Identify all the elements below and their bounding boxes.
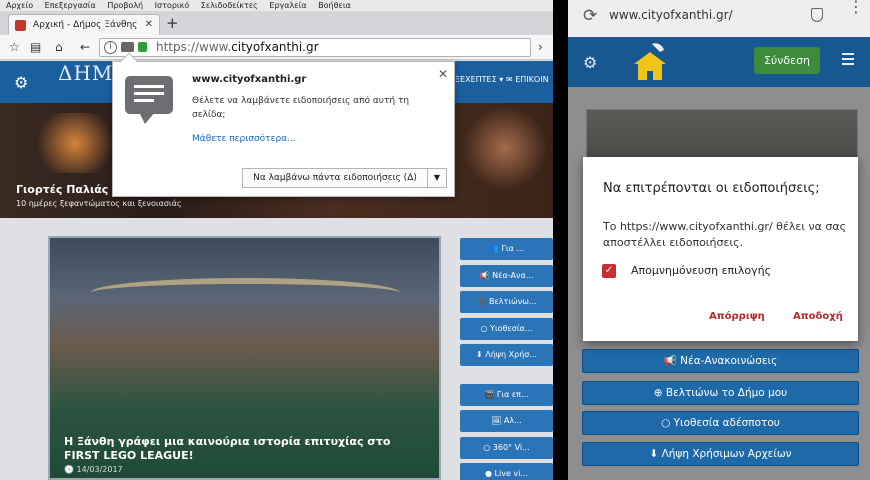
remember-checkbox[interactable]: ✓ — [602, 264, 616, 278]
mobile-button-improve[interactable]: ⊕ Βελτιώνω το Δήμο μου — [582, 381, 859, 405]
browser-tab[interactable]: Αρχική - Δήμος Ξάνθης ✕ — [8, 14, 160, 35]
secure-lock-icon — [138, 42, 147, 52]
url-prefix: https://www. — [156, 40, 232, 54]
gear-icon[interactable]: ⚙ — [14, 73, 28, 92]
menu-item-view[interactable]: Προβολή — [107, 1, 143, 10]
more-options-icon[interactable]: ⋮ — [848, 0, 864, 15]
nav-item-contact[interactable]: ✉ ΕΠΙΚΟΙΝ — [506, 75, 549, 84]
message-bubble-icon — [125, 76, 173, 124]
tab-strip: Αρχική - Δήμος Ξάνθης ✕ + — [0, 11, 553, 35]
bookmarks-menu-icon[interactable]: ▤ — [30, 40, 41, 54]
mobile-url[interactable]: www.cityofxanthi.gr/ — [609, 8, 733, 22]
menu-item-help[interactable]: Βοήθεια — [318, 1, 351, 10]
tab-title: Αρχική - Δήμος Ξάνθης — [33, 20, 138, 30]
remember-label[interactable]: Απομνημόνευση επιλογής — [631, 264, 771, 277]
mobile-site-header: ⚙ Σύνδεση — [568, 37, 870, 87]
login-button[interactable]: Σύνδεση — [754, 47, 820, 74]
menu-item-bookmarks[interactable]: Σελιδοδείκτες — [201, 1, 258, 10]
site-info-icon[interactable]: i — [104, 41, 117, 54]
menu-item-history[interactable]: Ιστορικό — [155, 1, 190, 10]
notification-permission-popup: www.cityofxanthi.gr Θέλετε να λαμβάνετε … — [112, 52, 455, 197]
navigation-toolbar: ☆ ▤ ⌂ ← i https://www.cityofxanthi.gr › — [0, 35, 553, 60]
mobile-url-bar: ⟳ www.cityofxanthi.gr/ ⋮ — [568, 0, 870, 37]
hero-subtitle: 10 ημέρες ξεφαντώματος και ξενοιασιάς — [16, 199, 182, 208]
side-button[interactable]: ➕ Βελτιώνω... — [460, 291, 553, 313]
side-button[interactable]: ⬇ Λήψη Χρήσ... — [460, 344, 553, 366]
url-domain: cityofxanthi.gr — [231, 40, 319, 54]
mobile-button-adoption[interactable]: ○ Υιοθεσία αδέσποτου — [582, 411, 859, 435]
side-button[interactable]: ○ 360° Vi... — [460, 437, 553, 459]
hero-title[interactable]: Γιορτές Παλιάς Ξά — [16, 183, 127, 196]
notification-permission-dialog: Να επιτρέπονται οι ειδοποιήσεις; Το http… — [583, 157, 858, 341]
nav-item[interactable]: ΞΕΧΕΠΤΕΣ ▾ — [455, 75, 503, 84]
mobile-button-downloads[interactable]: ⬇ Λήψη Χρήσιμων Αρχείων — [582, 442, 859, 466]
gear-icon[interactable]: ⚙ — [583, 53, 597, 72]
close-tab-icon[interactable]: ✕ — [145, 15, 153, 35]
desktop-browser-window: Αρχείο Επεξεργασία Προβολή Ιστορικό Σελι… — [0, 0, 553, 480]
popup-message: Θέλετε να λαμβάνετε ειδοποιήσεις από αυτ… — [192, 96, 410, 120]
side-button[interactable]: 📢 Νέα-Ανα... — [460, 265, 553, 287]
side-button[interactable]: 🖼 Αλ... — [460, 410, 553, 432]
chevron-down-icon[interactable]: ▼ — [428, 168, 447, 188]
side-button[interactable]: 👥 Για ... — [460, 238, 553, 260]
shield-icon[interactable] — [811, 8, 823, 22]
deny-button[interactable]: Απόρριψη — [709, 311, 765, 322]
notification-permission-icon[interactable] — [121, 42, 134, 52]
dialog-message: Το https://www.cityofxanthi.gr/ θέλει να… — [603, 220, 847, 249]
popup-title: www.cityofxanthi.gr — [192, 74, 307, 85]
article-title[interactable]: Η Ξάνθη γράφει μια καινούρια ιστορία επι… — [64, 435, 424, 463]
menu-item-file[interactable]: Αρχείο — [6, 1, 33, 10]
url-bar[interactable]: i https://www.cityofxanthi.gr — [99, 38, 531, 57]
dialog-title: Να επιτρέπονται οι ειδοποιήσεις; — [603, 181, 820, 196]
mobile-button-news[interactable]: 📢 Νέα-Ανακοινώσεις — [582, 349, 859, 373]
allow-button[interactable]: Αποδοχή — [793, 311, 843, 322]
side-button[interactable]: ● Live vi... — [460, 463, 553, 480]
overflow-icon[interactable]: › — [538, 40, 543, 54]
menu-item-edit[interactable]: Επεξεργασία — [45, 1, 96, 10]
learn-more-link[interactable]: Μάθετε περισσότερα... — [192, 134, 296, 144]
favicon-icon — [15, 20, 26, 31]
menu-bar: Αρχείο Επεξεργασία Προβολή Ιστορικό Σελι… — [0, 0, 553, 11]
reload-icon[interactable]: ⟳ — [583, 6, 597, 26]
side-button[interactable]: ○ Υιοθεσία... — [460, 318, 553, 340]
close-icon[interactable]: ✕ — [438, 67, 448, 81]
featured-article[interactable]: Η Ξάνθη γράφει μια καινούρια ιστορία επι… — [48, 236, 441, 480]
home-icon[interactable]: ⌂ — [55, 40, 63, 54]
menu-item-tools[interactable]: Εργαλεία — [269, 1, 306, 10]
side-button[interactable]: 🎬 Για επ... — [460, 384, 553, 406]
new-tab-icon[interactable]: + — [166, 15, 179, 31]
bookmark-star-icon[interactable]: ☆ — [9, 40, 20, 54]
always-receive-button[interactable]: Να λαμβάνω πάντα ειδοποιήσεις (Δ) — [242, 168, 428, 188]
back-icon[interactable]: ← — [80, 40, 90, 54]
article-date: 🕓 14/03/2017 — [64, 465, 123, 474]
hamburger-menu-icon[interactable] — [842, 53, 854, 68]
site-logo-icon[interactable] — [626, 40, 674, 84]
